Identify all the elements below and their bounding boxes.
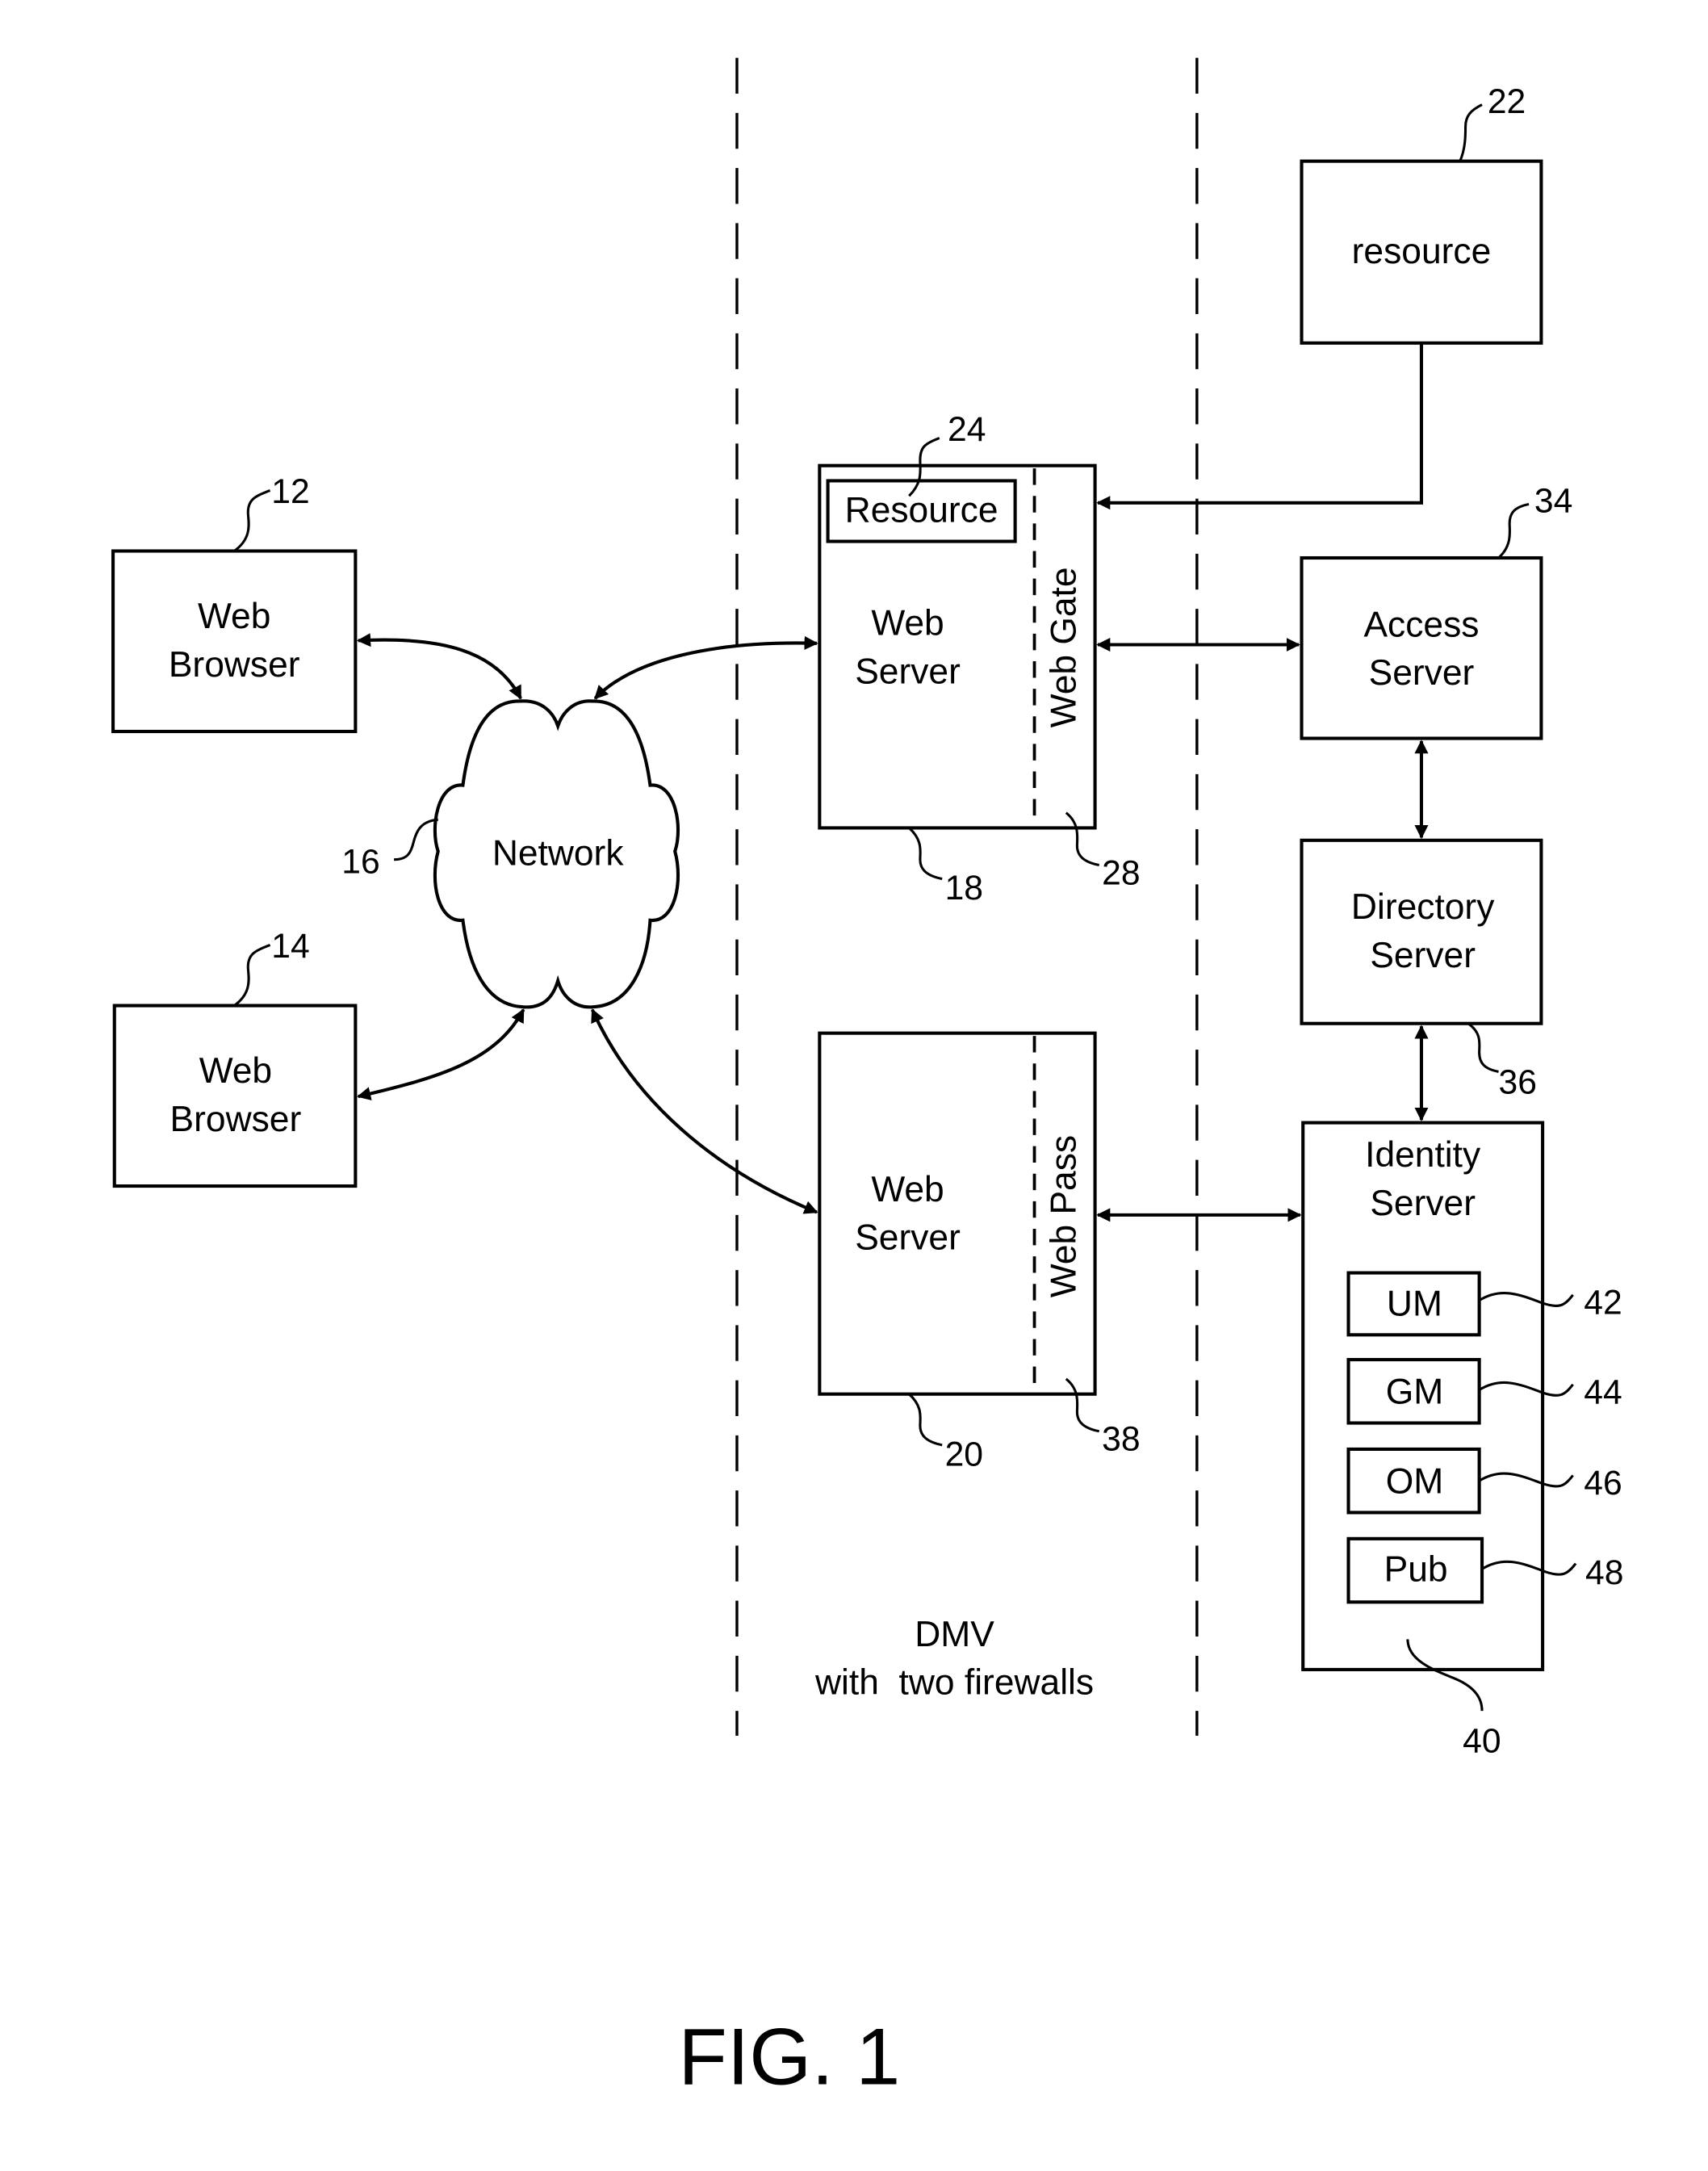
module-om-label: OM xyxy=(1386,1462,1443,1502)
access-server-line2: Server xyxy=(1369,653,1475,693)
figure-caption: FIG. 1 xyxy=(678,2012,900,2102)
access-server-34: Access Server 34 xyxy=(1300,482,1572,740)
directory-server-line2: Server xyxy=(1370,936,1476,975)
identity-server-40: Identity Server UM 42 GM 44 OM 46 Pub 48 xyxy=(1301,1121,1623,1760)
ref-28: 28 xyxy=(1102,853,1140,892)
web-server-18: Resource Web Server Web Gate 24 18 28 xyxy=(818,410,1141,907)
arrow-network-webserver20 xyxy=(590,1008,818,1214)
module-pub-label: Pub xyxy=(1384,1550,1448,1590)
access-server-line1: Access xyxy=(1363,605,1479,644)
arrow-browser12-network xyxy=(357,633,522,700)
leader-20 xyxy=(908,1393,943,1447)
ref-20: 20 xyxy=(945,1435,983,1473)
ref-14: 14 xyxy=(271,927,309,966)
web-server-20: Web Server Web Pass 20 38 xyxy=(818,1031,1141,1473)
browser-14-line2: Browser xyxy=(170,1100,302,1139)
leader-12 xyxy=(233,488,271,552)
web-pass-label: Web Pass xyxy=(1044,1135,1084,1297)
arrow-resource22-webserver18 xyxy=(1096,342,1424,510)
ref-38: 38 xyxy=(1102,1420,1140,1459)
ref-12: 12 xyxy=(271,472,309,511)
module-um-label: UM xyxy=(1387,1284,1442,1323)
ref-22: 22 xyxy=(1488,82,1526,121)
leader-36 xyxy=(1467,1022,1499,1073)
leader-16 xyxy=(394,818,438,861)
ref-44: 44 xyxy=(1584,1373,1622,1412)
browser-12-line2: Browser xyxy=(169,645,300,685)
network-cloud: Network 16 xyxy=(341,699,680,1009)
web-server-20-line2: Server xyxy=(855,1218,961,1258)
dmz-label-line2: with two firewalls xyxy=(814,1663,1094,1703)
arrow-network-webserver18 xyxy=(593,635,818,700)
identity-server-line2: Server xyxy=(1370,1184,1476,1223)
patent-figure: #fig marker path { } Web Browser 12 Web … xyxy=(111,57,1623,2102)
module-gm-label: GM xyxy=(1386,1373,1443,1412)
ref-16: 16 xyxy=(341,843,379,882)
ref-36: 36 xyxy=(1499,1063,1537,1102)
leader-18 xyxy=(908,827,943,881)
web-server-18-line2: Server xyxy=(855,652,961,691)
ref-34: 34 xyxy=(1534,482,1572,521)
resource-22: resource 22 xyxy=(1300,82,1543,345)
arrow-browser14-network xyxy=(357,1008,525,1100)
leader-22 xyxy=(1459,103,1483,162)
dmz-label-line1: DMV xyxy=(915,1615,994,1654)
inner-resource-label: Resource xyxy=(845,491,998,530)
ref-18: 18 xyxy=(945,869,983,907)
web-gate-label: Web Gate xyxy=(1044,567,1084,727)
web-server-18-line1: Web xyxy=(871,604,944,643)
web-browser-14: Web Browser 14 xyxy=(112,927,358,1188)
resource-22-label: resource xyxy=(1352,232,1492,271)
ref-46: 46 xyxy=(1584,1464,1622,1503)
identity-server-line1: Identity xyxy=(1365,1135,1481,1175)
leader-14 xyxy=(233,944,271,1007)
browser-14-line1: Web xyxy=(199,1051,272,1091)
ref-48: 48 xyxy=(1585,1553,1623,1592)
web-browser-12: Web Browser 12 xyxy=(111,472,358,734)
browser-12-line1: Web xyxy=(198,597,270,636)
ref-40: 40 xyxy=(1463,1721,1501,1760)
ref-24: 24 xyxy=(948,410,986,449)
network-label: Network xyxy=(492,834,625,874)
web-server-20-line1: Web xyxy=(871,1170,944,1209)
ref-42: 42 xyxy=(1584,1284,1622,1322)
leader-34 xyxy=(1497,502,1530,560)
directory-server-line1: Directory xyxy=(1351,887,1495,927)
